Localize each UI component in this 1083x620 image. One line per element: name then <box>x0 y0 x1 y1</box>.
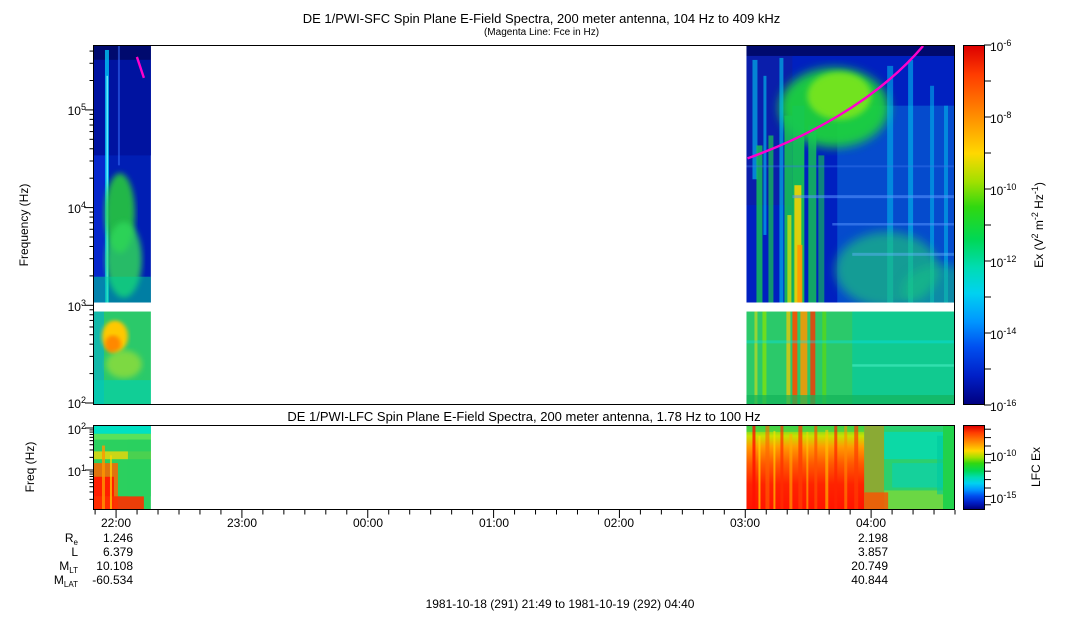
time-label-2200: 22:00 <box>81 516 151 530</box>
tick-base: 10 <box>990 450 1003 464</box>
sfc-white-band <box>94 303 954 312</box>
tick-exp: 4 <box>81 200 86 210</box>
sfc-cbar-tick-1e-16: 10-16 <box>990 398 1040 414</box>
tick-base: 10 <box>68 465 81 479</box>
plot-canvas: DE 1/PWI-SFC Spin Plane E-Field Spectra,… <box>0 0 1083 620</box>
label-part: ) <box>1032 182 1046 186</box>
sfc-y-axis-label: Frequency (Hz) <box>17 184 31 267</box>
label-exp: 2 <box>1030 234 1040 239</box>
orbit-value-right-re: 2.198 <box>818 531 888 545</box>
orbit-value-left-mlt: 10.108 <box>63 559 133 573</box>
time-label-0400: 04:00 <box>836 516 906 530</box>
sfc-colorbar <box>963 45 985 405</box>
sfc-ytick-1e4: 104 <box>42 200 86 216</box>
tick-base: 10 <box>68 397 81 411</box>
tick-base: 10 <box>990 40 1003 54</box>
lfc-right-coverage <box>746 426 954 509</box>
lfc-left-coverage <box>94 426 151 509</box>
time-label-0100: 01:00 <box>459 516 529 530</box>
lfc-spectrogram-image <box>94 426 954 509</box>
lfc-cbar-tick-1e-15: 10-15 <box>990 490 1040 506</box>
orbit-value-right-l: 3.857 <box>818 545 888 559</box>
tick-base: 10 <box>68 423 81 437</box>
orbit-value-right-mlt: 20.749 <box>818 559 888 573</box>
tick-base: 10 <box>990 184 1003 198</box>
orbit-value-right-mlat: 40.844 <box>818 573 888 587</box>
tick-exp: -12 <box>1003 254 1016 264</box>
footer-date-range: 1981-10-18 (291) 21:49 to 1981-10-19 (29… <box>210 597 910 611</box>
lfc-spectrogram-panel <box>93 425 955 510</box>
lfc-ytick-1e2: 102 <box>42 421 86 437</box>
lfc-y-axis-label: Freq (Hz) <box>23 442 37 493</box>
sfc-spectrogram-image <box>94 46 954 404</box>
time-label-0200: 02:00 <box>584 516 654 530</box>
lfc-title: DE 1/PWI-LFC Spin Plane E-Field Spectra,… <box>93 409 955 424</box>
tick-base: 10 <box>990 492 1003 506</box>
sfc-spectrogram-panel <box>93 45 955 405</box>
sfc-cbar-tick-1e-14: 10-14 <box>990 326 1040 342</box>
tick-exp: -10 <box>1003 448 1016 458</box>
tick-base: 10 <box>68 300 81 314</box>
label-part: m <box>1032 220 1046 233</box>
label-exp: -2 <box>1030 212 1040 220</box>
fce-annotation: (Magenta Line: Fce in Hz) <box>0 27 1083 38</box>
time-label-0300: 03:00 <box>710 516 780 530</box>
tick-exp: -14 <box>1003 326 1016 336</box>
time-label-2300: 23:00 <box>207 516 277 530</box>
sfc-cbar-tick-1e-8: 10-8 <box>990 110 1040 126</box>
tick-exp: 1 <box>81 463 86 473</box>
sfc-colorbar-label: Ex (V2 m-2 Hz-1) <box>1030 182 1046 268</box>
tick-base: 10 <box>990 112 1003 126</box>
label-exp: -1 <box>1030 186 1040 194</box>
tick-base: 10 <box>990 328 1003 342</box>
orbit-value-left-mlat: -60.534 <box>63 573 133 587</box>
tick-base: 10 <box>68 202 81 216</box>
tick-exp: -16 <box>1003 398 1016 408</box>
tick-exp: 5 <box>81 102 86 112</box>
lfc-colorbar <box>963 425 985 510</box>
label-part: Hz <box>1032 194 1046 212</box>
label-part: Ex (V <box>1032 239 1046 268</box>
tick-exp: -8 <box>1003 110 1011 120</box>
sfc-right-coverage <box>746 46 954 404</box>
tick-exp: -10 <box>1003 182 1016 192</box>
lfc-ytick-1e1: 101 <box>42 463 86 479</box>
tick-exp: 2 <box>81 421 86 431</box>
sfc-ytick-1e5: 105 <box>42 102 86 118</box>
tick-exp: -6 <box>1003 38 1011 48</box>
time-label-0000: 00:00 <box>333 516 403 530</box>
tick-exp: 3 <box>81 298 86 308</box>
sfc-left-coverage <box>94 46 151 404</box>
tick-base: 10 <box>990 400 1003 414</box>
orbit-value-left-re: 1.246 <box>63 531 133 545</box>
tick-base: 10 <box>68 104 81 118</box>
sfc-cbar-tick-1e-6: 10-6 <box>990 38 1040 54</box>
sfc-ytick-1e2: 102 <box>42 395 86 411</box>
tick-exp: 2 <box>81 395 86 405</box>
orbit-value-left-l: 6.379 <box>63 545 133 559</box>
tick-base: 10 <box>990 256 1003 270</box>
lfc-colorbar-label: LFC Ex <box>1029 447 1043 487</box>
tick-exp: -15 <box>1003 490 1016 500</box>
sfc-ytick-1e3: 103 <box>42 298 86 314</box>
sfc-title: DE 1/PWI-SFC Spin Plane E-Field Spectra,… <box>0 11 1083 26</box>
